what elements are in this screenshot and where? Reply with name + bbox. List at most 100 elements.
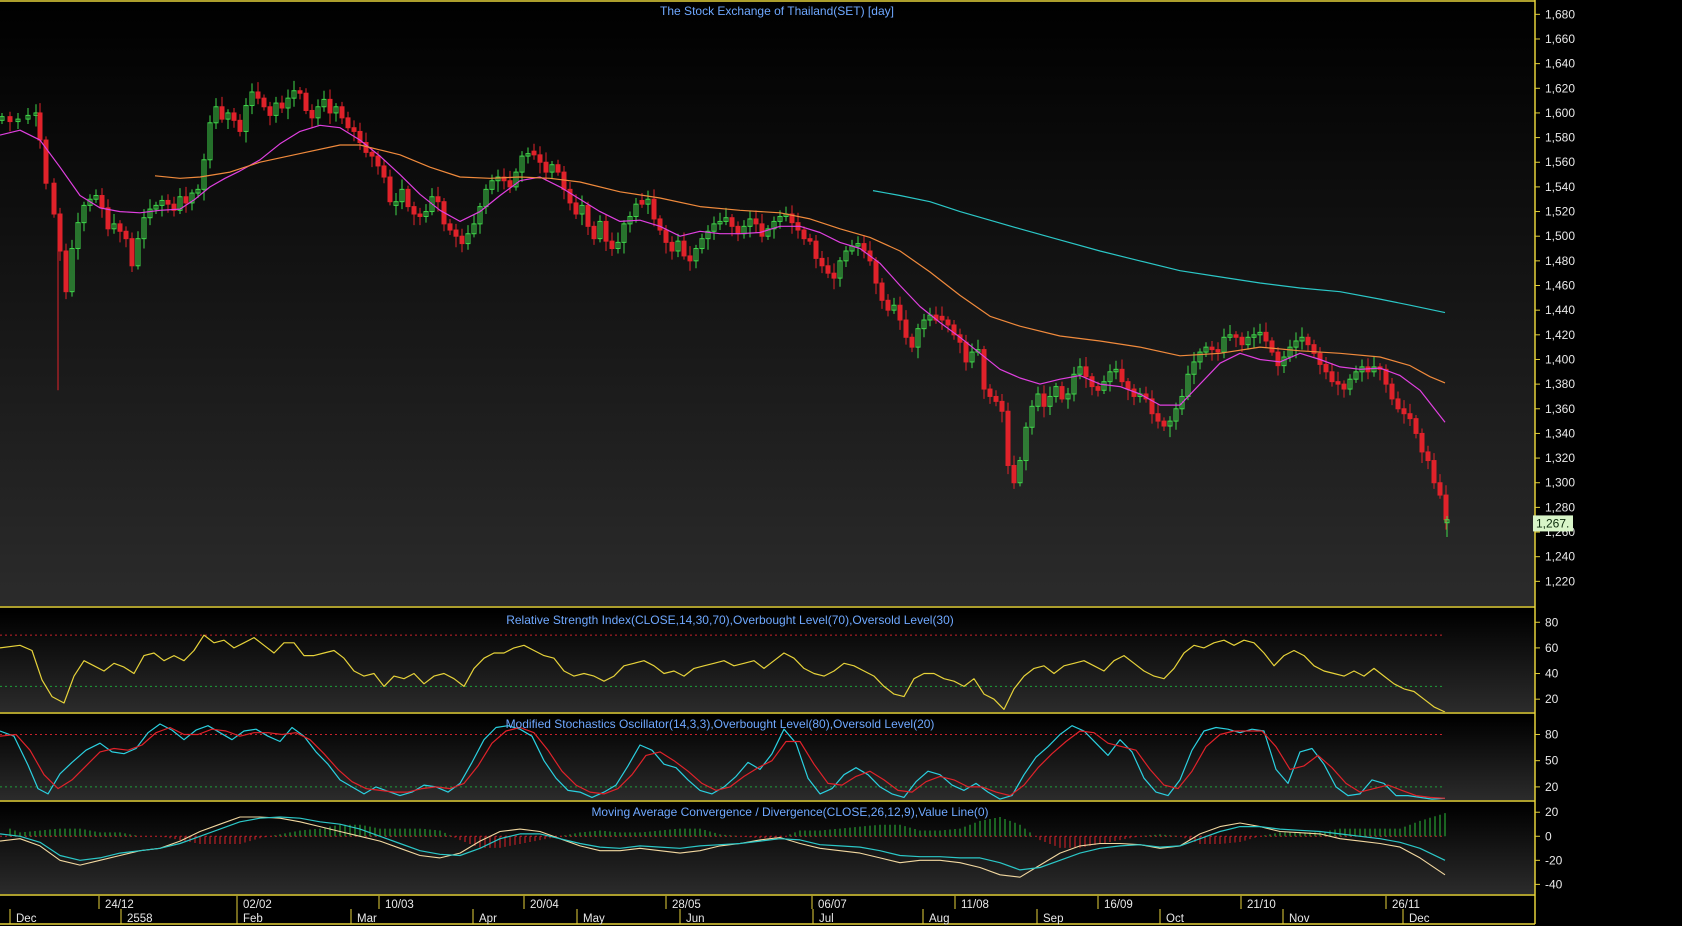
y-tick-label: 20	[1545, 780, 1559, 794]
candle-down	[1419, 432, 1425, 453]
x-tick-label-month: Sep	[1043, 913, 1063, 925]
candle-down	[813, 240, 819, 259]
candle-down	[279, 102, 285, 109]
candle-down	[231, 112, 237, 121]
candle-down	[51, 182, 57, 215]
candle-down	[1239, 336, 1245, 346]
candle-down	[759, 223, 765, 237]
panel-title-0: The Stock Exchange of Thailand(SET) [day…	[660, 4, 894, 18]
x-tick-label-date: 28/05	[672, 899, 701, 911]
candle-down	[567, 188, 573, 204]
candle-down	[351, 127, 357, 132]
y-tick-label: 1,660	[1545, 32, 1575, 46]
y-tick-label: 20	[1545, 805, 1559, 819]
candle-down	[1395, 398, 1401, 410]
candle-down	[105, 207, 111, 230]
y-tick-label: 1,600	[1545, 106, 1575, 120]
candle-down	[825, 265, 831, 274]
candle-down	[945, 319, 951, 326]
candle-down	[903, 319, 909, 338]
y-tick-label: 1,520	[1545, 205, 1575, 219]
candle-down	[609, 240, 615, 250]
candle-down	[879, 282, 885, 301]
x-tick-label-month: May	[583, 913, 605, 925]
candle-down	[537, 154, 543, 163]
candle-down	[531, 150, 537, 156]
candle-down	[639, 199, 645, 205]
candle-down	[123, 230, 129, 240]
candle-down	[387, 176, 393, 203]
x-tick-label-month: Mar	[357, 913, 377, 925]
candle-down	[1215, 349, 1221, 353]
candle-down	[1407, 413, 1413, 420]
candle-down	[405, 188, 411, 208]
candle-down	[681, 240, 687, 257]
candle-down	[885, 299, 891, 311]
y-tick-label: 1,480	[1545, 254, 1575, 268]
candle-down	[255, 91, 261, 99]
candle-down	[183, 196, 189, 204]
x-tick-label-month: Oct	[1166, 913, 1185, 925]
x-tick-label-month: Feb	[243, 913, 263, 925]
candle-down	[435, 196, 441, 203]
panel-background-0	[0, 2, 1535, 606]
candle-down	[117, 223, 123, 232]
candle-down	[573, 202, 579, 215]
y-tick-label: 1,400	[1545, 352, 1575, 366]
candle-down	[663, 229, 669, 243]
candle-down	[753, 218, 759, 225]
candle-down	[603, 220, 609, 242]
candle-down	[1275, 351, 1281, 367]
candle-down	[1263, 331, 1269, 342]
candle-down	[99, 195, 105, 209]
x-tick-label-date: 26/11	[1392, 899, 1420, 911]
candle-down	[1413, 418, 1419, 434]
candle-down	[261, 97, 267, 108]
candle-down	[1269, 340, 1275, 353]
candle-down	[909, 336, 915, 348]
x-tick-label-date: 16/09	[1104, 899, 1133, 911]
x-tick-label-date: 21/10	[1247, 899, 1276, 911]
candle-down	[1329, 371, 1335, 383]
x-tick-label-month: Dec	[16, 913, 37, 925]
candle-down	[1083, 366, 1089, 378]
candle-down	[591, 225, 597, 240]
candle-down	[63, 250, 69, 293]
candle-down	[237, 119, 243, 132]
y-tick-label: 80	[1545, 615, 1559, 629]
y-tick-label: 1,220	[1545, 574, 1575, 588]
current-price-label: 1,267.	[1536, 516, 1569, 530]
candle-down	[1209, 346, 1215, 351]
candle-down	[129, 238, 135, 267]
x-tick-label-month: Nov	[1289, 913, 1310, 925]
candle-down	[37, 112, 43, 141]
x-tick-label-month: 2558	[127, 913, 153, 925]
candle-down	[369, 151, 375, 157]
y-tick-label: 1,620	[1545, 81, 1575, 95]
candle-down	[1341, 383, 1347, 390]
candle-down	[1305, 336, 1311, 346]
candle-down	[165, 199, 171, 205]
candle-down	[651, 198, 657, 220]
stock-chart-window: The Stock Exchange of Thailand(SET) [day…	[0, 0, 1682, 926]
candle-down	[801, 229, 807, 240]
candle-down	[1155, 413, 1161, 422]
candle-down	[1005, 410, 1011, 466]
candle-down	[507, 180, 513, 188]
x-tick-label-month: Dec	[1409, 913, 1430, 925]
candle-down	[585, 204, 591, 227]
candle-down	[1059, 386, 1065, 400]
candle-down	[309, 109, 315, 119]
candle-down	[807, 238, 813, 242]
candle-down	[1437, 482, 1443, 496]
x-tick-label-date: 02/02	[243, 899, 272, 911]
candle-down	[873, 260, 879, 284]
candle-down	[1431, 460, 1437, 484]
y-tick-label: 1,380	[1545, 377, 1575, 391]
y-tick-label: 1,340	[1545, 426, 1575, 440]
candle-down	[1425, 451, 1431, 462]
candle-down	[417, 213, 423, 217]
candle-down	[267, 106, 273, 116]
candle-down	[339, 106, 345, 119]
y-tick-label: 0	[1545, 829, 1552, 843]
